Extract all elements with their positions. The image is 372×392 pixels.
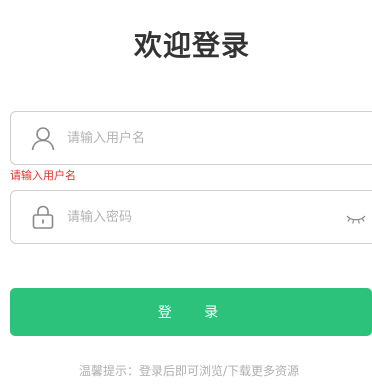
- login-button[interactable]: 登 录: [10, 288, 372, 336]
- login-hint: 温馨提示：登录后即可浏览/下载更多资源: [78, 364, 300, 378]
- user-icon: [30, 125, 56, 151]
- password-input[interactable]: [67, 191, 327, 243]
- username-field[interactable]: [10, 111, 372, 165]
- page-title: 欢迎登录: [133, 29, 250, 62]
- eye-closed-icon[interactable]: [346, 211, 366, 224]
- username-error: 请输入用户名: [10, 169, 76, 182]
- lock-icon: [30, 204, 56, 230]
- username-input[interactable]: [67, 112, 327, 164]
- password-field[interactable]: [10, 190, 372, 244]
